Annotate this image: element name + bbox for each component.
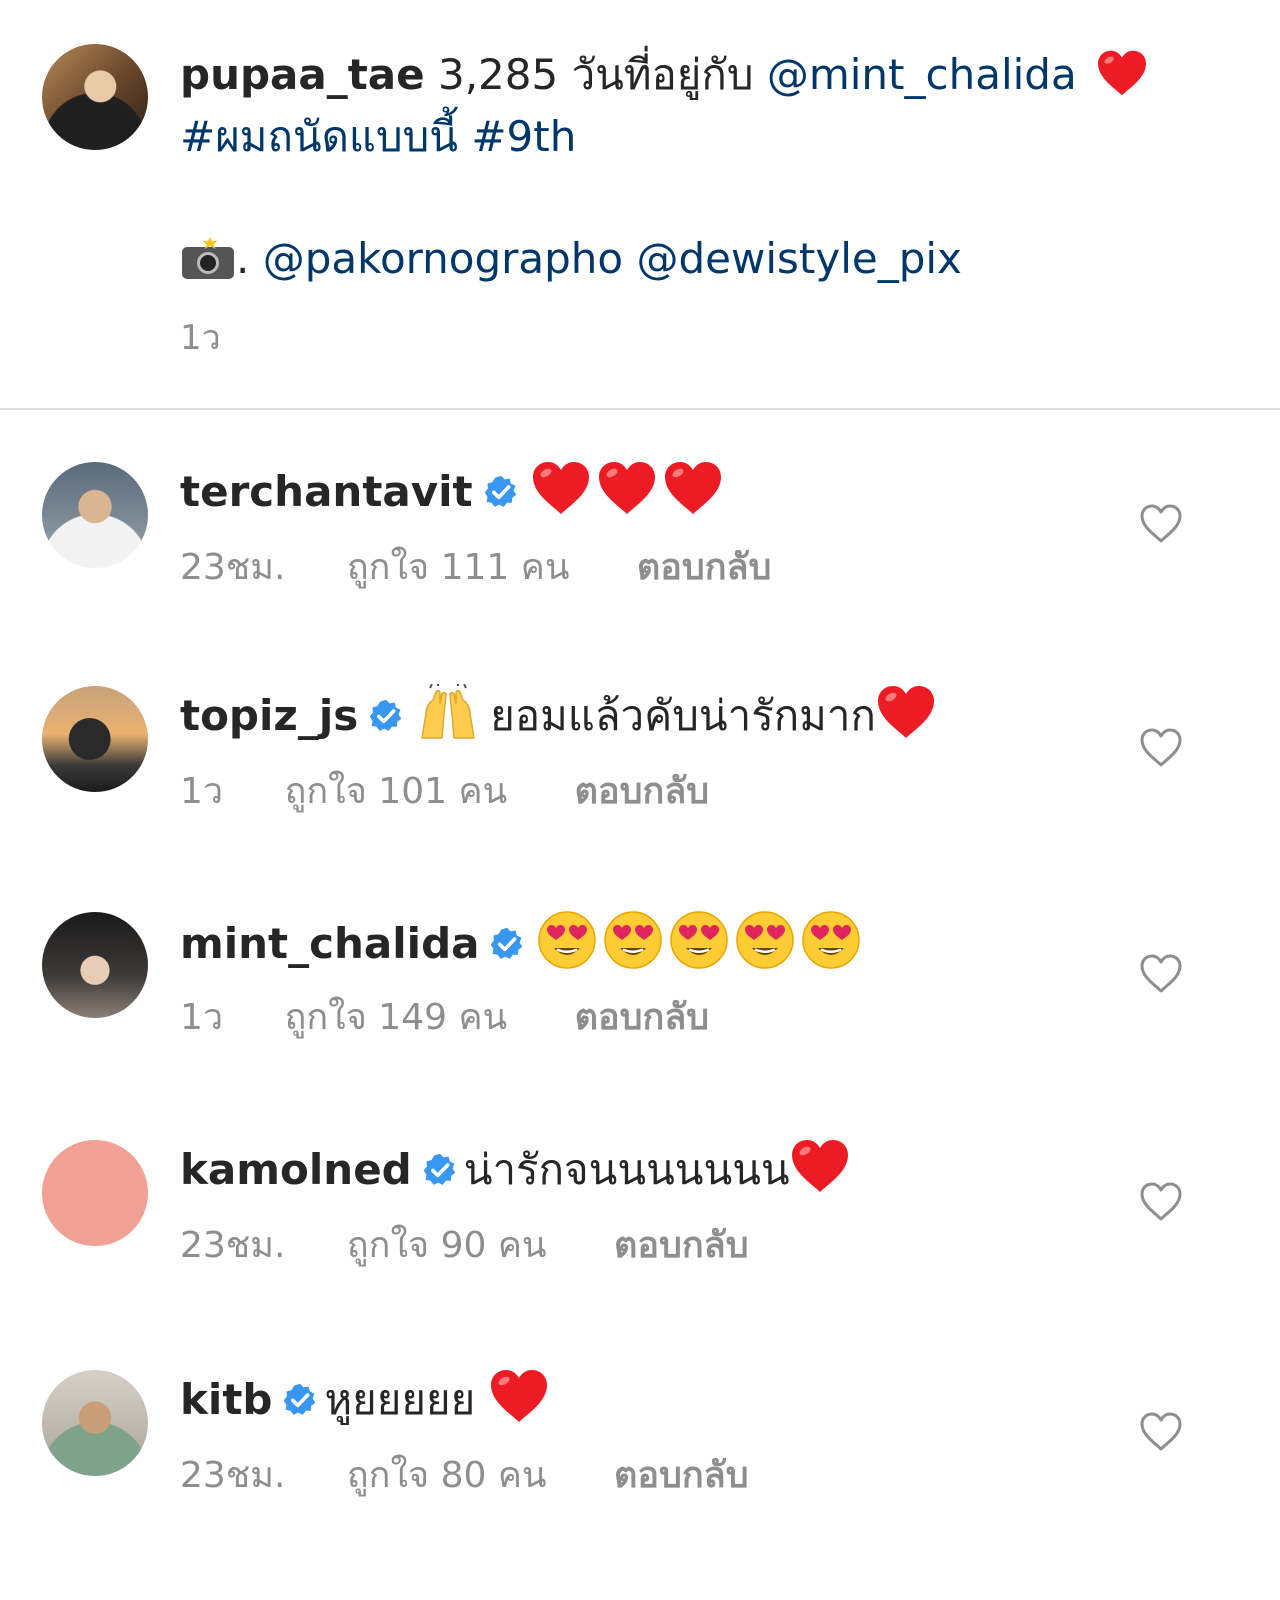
avatar[interactable] xyxy=(42,44,148,150)
caption-text: pupaa_tae 3,285 วันที่อยู่กับ @mint_chal… xyxy=(180,44,1200,168)
comment-meta: 23ชม. ถูกใจ 80 คน ตอบกลับ xyxy=(180,1446,749,1503)
comment-text: หูยยยยย xyxy=(324,1375,476,1424)
heart-eyes-emoji-icon xyxy=(603,910,663,970)
heart-eyes-emoji-icon xyxy=(537,910,597,970)
comment-item: topiz_js ยอมแล้วคับน่ารักมาก 1ว ถูกใจ 101… xyxy=(0,686,1280,886)
reply-button[interactable]: ตอบกลับ xyxy=(575,762,710,819)
avatar[interactable] xyxy=(42,1370,148,1476)
verified-badge-icon xyxy=(422,1152,458,1188)
comment-item: mint_chalida 1ว ถูกใจ 149 คน ตอบกลับ xyxy=(0,912,1280,1112)
caption-mention[interactable]: @mint_chalida xyxy=(767,50,1077,99)
heart-eyes-emoji-icon xyxy=(801,910,861,970)
red-heart-icon xyxy=(790,1138,850,1194)
caption-time: 1ว xyxy=(180,318,221,358)
avatar[interactable] xyxy=(42,686,148,792)
heart-outline-icon[interactable] xyxy=(1138,1180,1184,1222)
comment-username[interactable]: kamolned xyxy=(180,1145,412,1194)
comment-line: kamolned น่ารักจนนนนนนน xyxy=(180,1138,850,1200)
comment-line: terchantavit xyxy=(180,460,723,522)
comment-line: topiz_js ยอมแล้วคับน่ารักมาก xyxy=(180,684,936,746)
heart-outline-icon[interactable] xyxy=(1138,726,1184,768)
comment-likes[interactable]: ถูกใจ 111 คน xyxy=(347,538,570,595)
comment-likes[interactable]: ถูกใจ 101 คน xyxy=(285,762,508,819)
red-heart-icon xyxy=(489,1368,549,1424)
heart-outline-icon[interactable] xyxy=(1138,502,1184,544)
raised-hands-icon xyxy=(416,684,480,740)
comment-username[interactable]: kitb xyxy=(180,1375,272,1424)
comment-time: 23ชม. xyxy=(180,1225,286,1266)
comment-meta: 1ว ถูกใจ 149 คน ตอบกลับ xyxy=(180,988,709,1045)
comment-item: kitb หูยยยยย 23ชม. ถูกใจ 80 คน ตอบกลับ xyxy=(0,1370,1280,1570)
comment-likes[interactable]: ถูกใจ 149 คน xyxy=(285,988,508,1045)
comment-time: 1ว xyxy=(180,771,224,812)
avatar[interactable] xyxy=(42,912,148,1018)
comment-time: 1ว xyxy=(180,997,224,1038)
avatar[interactable] xyxy=(42,1140,148,1246)
comment-line: kitb หูยยยยย xyxy=(180,1368,549,1430)
comment-time: 23ชม. xyxy=(180,547,286,588)
red-heart-icon xyxy=(876,684,936,740)
verified-badge-icon xyxy=(489,926,525,962)
comment-line: mint_chalida xyxy=(180,910,861,974)
heart-outline-icon[interactable] xyxy=(1138,952,1184,994)
comment-text: น่ารักจนนนนนนน xyxy=(463,1145,790,1194)
comment-meta: 23ชม. ถูกใจ 111 คน ตอบกลับ xyxy=(180,538,771,595)
divider xyxy=(0,408,1280,410)
verified-badge-icon xyxy=(282,1382,318,1418)
comment-item: terchantavit 23ชม. ถูกใจ 111 คน ตอบกลับ xyxy=(0,462,1280,662)
comment-text: ยอมแล้วคับน่ารักมาก xyxy=(490,691,876,740)
heart-eyes-emoji-icon xyxy=(735,910,795,970)
verified-badge-icon xyxy=(368,698,404,734)
photo-credit-prefix: . xyxy=(236,234,250,283)
heart-outline-icon[interactable] xyxy=(1138,1410,1184,1452)
comment-username[interactable]: terchantavit xyxy=(180,467,473,516)
red-heart-icon xyxy=(531,460,591,516)
camera-flash-icon xyxy=(180,237,236,279)
comment-likes[interactable]: ถูกใจ 90 คน xyxy=(347,1216,547,1273)
caption-username[interactable]: pupaa_tae xyxy=(180,50,425,99)
caption-body: 3,285 วันที่อยู่กับ xyxy=(437,50,754,99)
red-heart-icon xyxy=(597,460,657,516)
photo-credit-line: . @pakornographo @dewistyle_pix xyxy=(180,228,962,290)
avatar[interactable] xyxy=(42,462,148,568)
comment-likes[interactable]: ถูกใจ 80 คน xyxy=(347,1446,547,1503)
comment-meta: 1ว ถูกใจ 101 คน ตอบกลับ xyxy=(180,762,709,819)
reply-button[interactable]: ตอบกลับ xyxy=(575,988,710,1045)
red-heart-icon xyxy=(1096,49,1148,97)
comment-username[interactable]: topiz_js xyxy=(180,691,358,740)
red-heart-icon xyxy=(663,460,723,516)
heart-eyes-emoji-icon xyxy=(669,910,729,970)
caption-hashtags[interactable]: #ผมถนัดแบบนี้ #9th xyxy=(180,112,576,161)
post-caption: pupaa_tae 3,285 วันที่อยู่กับ @mint_chal… xyxy=(0,0,1280,416)
photo-credits[interactable]: @pakornographo @dewistyle_pix xyxy=(263,234,962,283)
comment-item: kamolned น่ารักจนนนนนนน 23ชม. ถูกใจ 90 คน… xyxy=(0,1140,1280,1340)
reply-button[interactable]: ตอบกลับ xyxy=(637,538,772,595)
reply-button[interactable]: ตอบกลับ xyxy=(614,1216,749,1273)
verified-badge-icon xyxy=(483,474,519,510)
comment-time: 23ชม. xyxy=(180,1455,286,1496)
reply-button[interactable]: ตอบกลับ xyxy=(614,1446,749,1503)
comment-username[interactable]: mint_chalida xyxy=(180,919,479,968)
comment-meta: 23ชม. ถูกใจ 90 คน ตอบกลับ xyxy=(180,1216,749,1273)
